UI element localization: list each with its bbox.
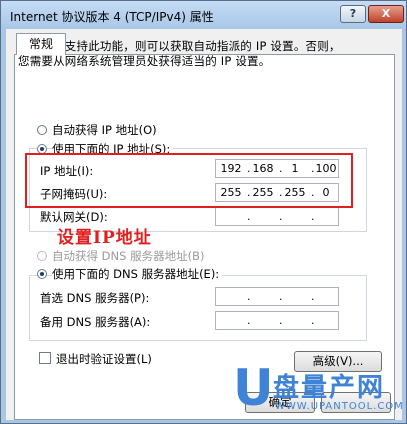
manual-dns-label: 使用下面的 DNS 服务器地址(E): [52,266,223,282]
help-icon: ? [349,7,357,20]
dns-dot: . [247,314,251,327]
dns-groupbox [29,275,367,341]
watermark: U 盘量产网 WWW.UPANTOOL.COM [233,363,405,421]
auto-dns-label: 自动获得 DNS 服务器地址(B) [52,249,205,263]
window-title: Internet 协议版本 4 (TCP/IPv4) 属性 [10,10,214,24]
dialog-window: Internet 协议版本 4 (TCP/IPv4) 属性 ? X 常规 如果网… [0,0,407,424]
dns-dot: . [311,314,315,327]
validate-label: 退出时验证设置(L) [56,352,152,366]
watermark-title: 盘量产网 [273,373,386,403]
close-button[interactable]: X [368,5,404,23]
description-text: 如果网络支持此功能，则可以获取自动指派的 IP 设置。否则， 您需要从网络系统管… [18,39,358,69]
dns-dot: . [311,290,315,303]
manual-dns-radio[interactable] [37,269,47,279]
ip-highlight-box [25,153,353,208]
auto-dns-radio[interactable] [37,251,47,261]
close-icon: X [381,7,391,20]
watermark-logo: U [233,359,274,417]
gateway-dot: . [247,210,251,223]
description-line-1: 如果网络支持此功能，则可以获取自动指派的 IP 设置。否则， [18,39,341,53]
gateway-dot: . [279,210,283,223]
dns-dot: . [247,290,251,303]
title-bar[interactable]: Internet 协议版本 4 (TCP/IPv4) 属性 ? X [1,1,406,29]
watermark-url: WWW.UPANTOOL.COM [275,401,404,412]
preferred-dns-input[interactable]: . . . [215,287,339,306]
dns-dot: . [279,290,283,303]
gateway-input[interactable]: . . . [215,207,339,226]
tab-general[interactable]: 常规 [16,33,66,55]
tab-general-label: 常规 [28,37,53,51]
alternate-dns-input[interactable]: . . . [215,311,339,330]
dns-dot: . [279,314,283,327]
validate-checkbox[interactable] [39,352,51,364]
auto-ip-radio[interactable] [37,125,47,135]
alternate-dns-label: 备用 DNS 服务器(A): [40,315,151,329]
preferred-dns-label: 首选 DNS 服务器(P): [40,291,150,305]
description-line-2: 您需要从网络系统管理员处获得适当的 IP 设置。 [18,54,271,68]
annotation-text: 设置IP地址 [57,228,152,248]
gateway-dot: . [311,210,315,223]
help-button[interactable]: ? [340,5,366,23]
auto-ip-label: 自动获得 IP 地址(O) [52,123,157,137]
